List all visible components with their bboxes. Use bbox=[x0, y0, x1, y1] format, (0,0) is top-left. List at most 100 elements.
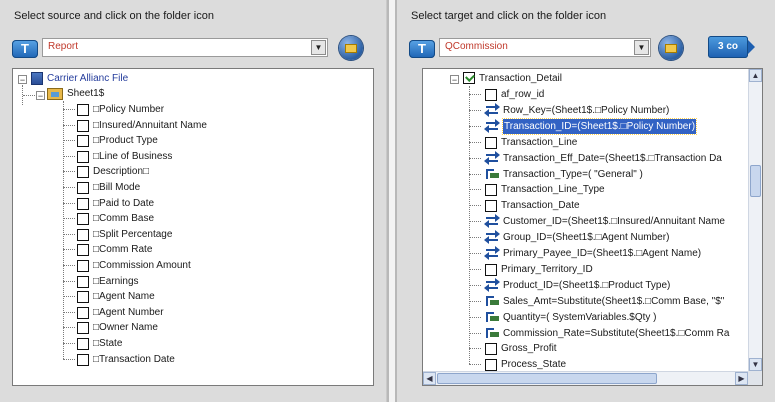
scroll-down-icon[interactable]: ▼ bbox=[749, 358, 762, 371]
checkbox-icon[interactable] bbox=[485, 359, 497, 372]
tree-line bbox=[63, 218, 75, 220]
checkbox-icon[interactable] bbox=[485, 263, 497, 276]
tree-line bbox=[469, 316, 481, 318]
mapping-arrows-icon bbox=[484, 246, 500, 260]
horizontal-scrollbar[interactable]: ◀ ▶ bbox=[423, 371, 748, 385]
scroll-left-icon[interactable]: ◀ bbox=[423, 372, 436, 385]
source-field-item[interactable]: □Line of Business bbox=[77, 149, 172, 164]
source-field-item[interactable]: □Agent Number bbox=[77, 305, 164, 320]
target-field-item[interactable]: Transaction_Line bbox=[485, 135, 577, 150]
tree-line bbox=[469, 268, 481, 270]
target-field-item[interactable]: Primary_Territory_ID bbox=[485, 262, 593, 277]
source-field-item[interactable]: □Paid to Date bbox=[77, 196, 154, 211]
tree-line bbox=[63, 187, 75, 188]
checkbox-icon[interactable] bbox=[77, 213, 89, 226]
target-field-item[interactable]: Transaction_Type=( "General" ) bbox=[485, 167, 643, 182]
checkbox-icon[interactable] bbox=[77, 353, 89, 366]
source-field-item[interactable]: □Comm Base bbox=[77, 211, 154, 226]
checkbox-icon[interactable] bbox=[77, 228, 89, 241]
source-field-item[interactable]: □Agent Name bbox=[77, 289, 155, 304]
source-root-node[interactable]: Carrier Allianc File bbox=[31, 71, 128, 86]
target-field-item[interactable]: Group_ID=(Sheet1$.□Agent Number) bbox=[484, 230, 669, 245]
checkbox-icon[interactable] bbox=[77, 338, 89, 350]
source-field-item[interactable]: □Owner Name bbox=[77, 320, 158, 335]
source-field-item[interactable]: □Product Type bbox=[77, 133, 158, 148]
checkbox-icon[interactable] bbox=[77, 275, 89, 288]
checkbox-icon[interactable] bbox=[485, 343, 497, 356]
checkbox-icon[interactable] bbox=[485, 89, 497, 101]
tree-line bbox=[469, 332, 481, 334]
table-icon bbox=[463, 72, 475, 84]
checkbox-icon[interactable] bbox=[77, 244, 89, 257]
source-type-button[interactable]: T bbox=[12, 40, 38, 58]
chevron-down-icon[interactable]: ▼ bbox=[311, 40, 326, 55]
horizontal-scroll-thumb[interactable] bbox=[437, 373, 657, 384]
checkbox-icon[interactable] bbox=[77, 104, 89, 116]
target-field-item[interactable]: af_row_id bbox=[485, 87, 544, 102]
scroll-corner bbox=[748, 371, 762, 385]
scroll-right-icon[interactable]: ▶ bbox=[735, 372, 748, 385]
source-field-item[interactable]: □State bbox=[77, 336, 122, 351]
target-field-item[interactable]: Transaction_Date bbox=[485, 198, 580, 213]
checkbox-icon[interactable] bbox=[77, 182, 89, 194]
tree-line bbox=[63, 171, 75, 173]
source-field-item[interactable]: □Earnings bbox=[77, 274, 139, 289]
target-field-item[interactable]: Commission_Rate=Substitute(Sheet1$.□Comm… bbox=[485, 326, 729, 341]
checkbox-icon[interactable] bbox=[77, 119, 89, 132]
target-field-item[interactable]: Row_Key=(Sheet1$.□Policy Number) bbox=[484, 102, 669, 118]
source-field-item[interactable]: □Policy Number bbox=[77, 102, 164, 117]
vertical-scrollbar[interactable]: ▲ ▼ bbox=[748, 69, 762, 371]
checkbox-icon[interactable] bbox=[485, 136, 497, 149]
source-field-item[interactable]: □Comm Rate bbox=[77, 242, 152, 257]
target-field-item[interactable]: Quantity=( SystemVariables.$Qty ) bbox=[485, 310, 656, 325]
collapse-icon[interactable]: − bbox=[450, 75, 459, 85]
target-field-item[interactable]: Transaction_Line_Type bbox=[485, 182, 605, 197]
tree-line bbox=[63, 280, 75, 282]
target-folder-icon[interactable] bbox=[659, 36, 683, 60]
source-field-item[interactable]: □Commission Amount bbox=[77, 258, 191, 273]
vertical-scroll-thumb[interactable] bbox=[750, 165, 761, 197]
checkbox-icon[interactable] bbox=[485, 200, 497, 213]
source-field-item[interactable]: □Insured/Annuitant Name bbox=[77, 118, 207, 133]
checkbox-icon[interactable] bbox=[77, 322, 89, 335]
source-field-item[interactable]: □Transaction Date bbox=[77, 352, 175, 367]
go-button[interactable]: 3 co bbox=[708, 36, 755, 58]
source-select[interactable]: Report ▼ bbox=[42, 38, 328, 57]
checkbox-icon[interactable] bbox=[77, 306, 89, 319]
target-field-item-selected[interactable]: Transaction_ID=(Sheet1$.□Policy Number) bbox=[484, 117, 698, 135]
target-tree[interactable]: − Transaction_Detail af_row_id Row_Key=(S… bbox=[422, 68, 763, 386]
target-root-node[interactable]: Transaction_Detail bbox=[463, 71, 562, 86]
checkbox-icon[interactable] bbox=[77, 197, 89, 210]
source-folder-icon[interactable] bbox=[339, 36, 363, 60]
target-field-item[interactable]: Primary_Payee_ID=(Sheet1$.□Agent Name) bbox=[484, 246, 701, 261]
tree-line bbox=[469, 364, 481, 366]
checkbox-icon[interactable] bbox=[77, 291, 89, 304]
scroll-up-icon[interactable]: ▲ bbox=[749, 69, 762, 82]
source-field-item[interactable]: □Split Percentage bbox=[77, 227, 172, 242]
checkbox-icon[interactable] bbox=[77, 166, 89, 179]
target-type-button[interactable]: T bbox=[409, 40, 435, 58]
chevron-down-icon[interactable]: ▼ bbox=[634, 40, 649, 55]
target-field-item[interactable]: Sales_Amt=Substitute(Sheet1$.□Comm Base,… bbox=[485, 294, 724, 309]
checkbox-icon[interactable] bbox=[485, 184, 497, 197]
pane-divider[interactable] bbox=[387, 0, 397, 402]
target-select[interactable]: QCommission ▼ bbox=[439, 38, 651, 57]
tree-line bbox=[469, 125, 481, 127]
mapping-window: Select source and click on the folder ic… bbox=[0, 0, 775, 402]
checkbox-icon[interactable] bbox=[77, 135, 89, 148]
mapping-arrows-icon bbox=[484, 277, 500, 292]
target-field-item[interactable]: Gross_Profit bbox=[485, 341, 557, 356]
checkbox-icon[interactable] bbox=[77, 260, 89, 272]
source-sheet-node[interactable]: Sheet1$ bbox=[47, 86, 104, 101]
target-field-item[interactable]: Product_ID=(Sheet1$.□Product Type) bbox=[484, 277, 670, 293]
checkbox-icon[interactable] bbox=[77, 150, 89, 163]
target-field-item[interactable]: Transaction_Eff_Date=(Sheet1$.□Transacti… bbox=[484, 150, 722, 166]
target-field-item[interactable]: Customer_ID=(Sheet1$.□Insured/Annuitant … bbox=[484, 214, 725, 229]
tree-line bbox=[469, 173, 481, 175]
tree-line bbox=[63, 140, 75, 142]
collapse-icon[interactable]: − bbox=[18, 75, 27, 85]
source-tree[interactable]: − Carrier Allianc File − Sheet1$ □Policy… bbox=[12, 68, 374, 386]
source-field-item[interactable]: Description□ bbox=[77, 164, 149, 179]
source-field-item[interactable]: □Bill Mode bbox=[77, 180, 140, 195]
collapse-icon[interactable]: − bbox=[36, 91, 45, 101]
